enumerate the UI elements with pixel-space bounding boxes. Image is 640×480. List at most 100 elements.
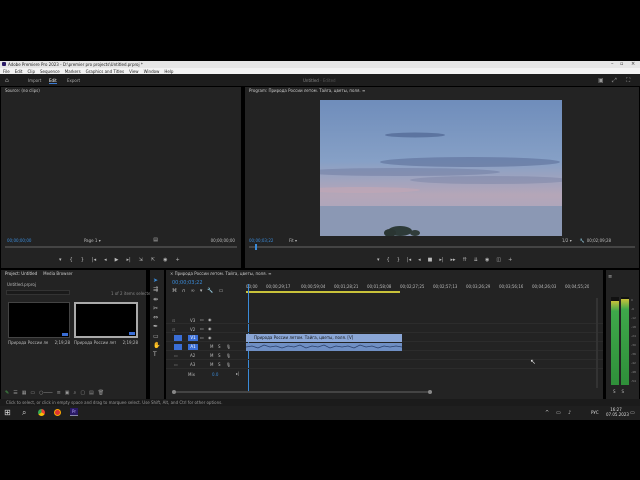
program-settings-icon[interactable]: 🔧 xyxy=(580,238,585,243)
add-button-icon[interactable]: + xyxy=(175,257,179,263)
menu-markers[interactable]: Markers xyxy=(65,69,81,74)
home-icon[interactable]: ⌂ xyxy=(5,77,9,84)
prog-go-out-icon[interactable]: ▸▸ xyxy=(451,257,456,263)
track-select-tool-icon[interactable]: ⇶ xyxy=(153,285,160,294)
quick-export-icon[interactable]: ⤢ xyxy=(612,77,617,85)
menu-edit[interactable]: Edit xyxy=(15,69,23,74)
source-timecode[interactable]: 00;00;00;00 xyxy=(7,238,31,243)
eye-icon[interactable]: ◉ xyxy=(208,317,212,322)
prog-back-icon[interactable]: ◂ xyxy=(418,257,421,263)
tab-export[interactable]: Export xyxy=(67,78,80,83)
language-indicator[interactable]: РУС xyxy=(591,410,599,415)
captions-icon[interactable]: ▭ xyxy=(219,288,224,294)
resolution-select[interactable]: 1/2 ▾ xyxy=(562,238,572,243)
rectangle-tool-icon[interactable]: ▭ xyxy=(153,332,160,341)
minimize-icon[interactable]: – xyxy=(611,61,614,67)
mic-icon[interactable]: 🎙 xyxy=(226,344,231,349)
prog-out-icon[interactable]: } xyxy=(397,257,400,263)
video-clip[interactable]: Природа России летом. Тайга, цветы, поля… xyxy=(246,334,402,342)
sync-lock-icon[interactable]: ▭ xyxy=(200,335,204,340)
go-to-end-icon[interactable]: ▸| xyxy=(236,371,239,376)
project-item-thumb-2[interactable] xyxy=(74,302,138,338)
tab-edit[interactable]: Edit xyxy=(49,78,57,84)
source-patch-a2[interactable]: ▭ xyxy=(174,353,178,358)
volume-icon[interactable]: ♪ xyxy=(568,410,571,416)
mix-value[interactable]: 0.0 xyxy=(212,372,218,377)
mark-in-icon[interactable]: ▾ xyxy=(59,257,62,263)
track-lock-icon[interactable]: ⊡ xyxy=(172,327,175,332)
notifications-icon[interactable]: ▭ xyxy=(630,410,635,416)
menu-sequence[interactable]: Sequence xyxy=(40,69,60,74)
source-scrubber[interactable] xyxy=(5,246,237,248)
prog-in-icon[interactable]: { xyxy=(387,257,390,263)
mark-out-end-icon[interactable]: } xyxy=(81,257,84,263)
close-icon[interactable]: × xyxy=(631,61,635,67)
track-name-v1[interactable]: V1 xyxy=(188,335,198,341)
prog-mark-in-icon[interactable]: ▾ xyxy=(377,257,380,263)
automate-icon[interactable]: ▣ xyxy=(65,390,70,396)
mute-button[interactable]: M xyxy=(210,344,213,349)
timeline-horizontal-scrollbar[interactable] xyxy=(172,390,432,394)
menu-file[interactable]: File xyxy=(3,69,10,74)
menu-view[interactable]: View xyxy=(129,69,139,74)
program-title[interactable]: Program: Природа России летом. Тайга, цв… xyxy=(245,87,639,95)
source-title[interactable]: Source: (no clips) xyxy=(1,87,241,95)
source-settings-icon[interactable]: ▤ xyxy=(153,237,158,243)
list-view-icon[interactable]: ☰ xyxy=(13,390,17,396)
timeline-vertical-scrollbar[interactable] xyxy=(596,298,598,388)
network-icon[interactable]: ▭ xyxy=(556,410,561,416)
menu-window[interactable]: Window xyxy=(144,69,160,74)
program-timecode[interactable]: 00;00;03;22 xyxy=(249,238,279,243)
type-tool-icon[interactable]: T xyxy=(153,350,160,359)
fit-select[interactable]: Fit ▾ xyxy=(289,238,297,243)
eye-icon[interactable]: ◉ xyxy=(208,335,212,340)
compare-icon[interactable]: ◫ xyxy=(496,257,501,263)
project-search-input[interactable] xyxy=(6,290,70,295)
eye-icon[interactable]: ◉ xyxy=(208,326,212,331)
tab-import[interactable]: Import xyxy=(28,78,41,83)
menu-graphics[interactable]: Graphics and Titles xyxy=(86,69,124,74)
snap-icon[interactable]: ∩ xyxy=(182,288,186,294)
sort-icon[interactable]: ≡ xyxy=(57,390,61,396)
maximize-icon[interactable]: ▫ xyxy=(620,61,623,67)
add-marker-icon[interactable]: ▾ xyxy=(200,288,203,294)
timeline-timecode[interactable]: 00;00;03;22 xyxy=(172,280,203,286)
tray-chevron-icon[interactable]: ^ xyxy=(545,410,549,416)
hand-tool-icon[interactable]: ✋ xyxy=(153,341,160,350)
search-icon[interactable]: ⌕ xyxy=(22,408,26,418)
solo-button[interactable]: S xyxy=(218,344,221,349)
source-patch-a3[interactable]: ▭ xyxy=(174,362,178,367)
find-icon[interactable]: ⌕ xyxy=(74,390,77,396)
solo-button[interactable]: S xyxy=(218,353,221,358)
time-ruler[interactable]: 00;00 00;00;29;17 00;00;59;04 00;01;28;2… xyxy=(246,284,600,294)
menu-help[interactable]: Help xyxy=(164,69,173,74)
workspaces-icon[interactable]: ▣ xyxy=(598,77,604,84)
new-bin-icon[interactable]: ▢ xyxy=(80,390,85,396)
menu-clip[interactable]: Clip xyxy=(27,69,35,74)
new-item-icon[interactable]: ▤ xyxy=(89,390,94,396)
track-lock-icon[interactable]: ⊡ xyxy=(172,318,175,323)
project-item-thumb-1[interactable] xyxy=(8,302,70,338)
mic-icon[interactable]: 🎙 xyxy=(226,353,231,358)
zoom-slider[interactable]: ○─── xyxy=(39,390,52,396)
export-frame-icon[interactable]: ◉ xyxy=(163,257,167,263)
prog-forward-icon[interactable]: ▸| xyxy=(439,257,443,263)
solo-left-button[interactable]: S xyxy=(613,389,616,394)
solo-button[interactable]: S xyxy=(218,362,221,367)
pencil-icon[interactable]: ✎ xyxy=(5,390,9,396)
lift-icon[interactable]: ⇈ xyxy=(463,257,467,263)
mute-button[interactable]: M xyxy=(210,353,213,358)
source-patch-v1[interactable] xyxy=(174,335,182,341)
sync-lock-icon[interactable]: ▭ xyxy=(200,317,204,322)
prog-add-icon[interactable]: + xyxy=(508,257,512,263)
play-icon[interactable]: ▶ xyxy=(115,257,119,263)
prog-stop-icon[interactable]: ■ xyxy=(428,257,433,263)
audio-clip[interactable] xyxy=(245,343,403,351)
overwrite-icon[interactable]: ⇱ xyxy=(151,257,155,263)
work-area-bar[interactable] xyxy=(246,291,400,293)
step-back-icon[interactable]: |◂ xyxy=(92,257,96,263)
track-name-a1[interactable]: A1 xyxy=(188,344,198,350)
mic-icon[interactable]: 🎙 xyxy=(226,362,231,367)
insert-icon[interactable]: ⇲ xyxy=(139,257,143,263)
chrome-icon[interactable] xyxy=(38,409,45,416)
